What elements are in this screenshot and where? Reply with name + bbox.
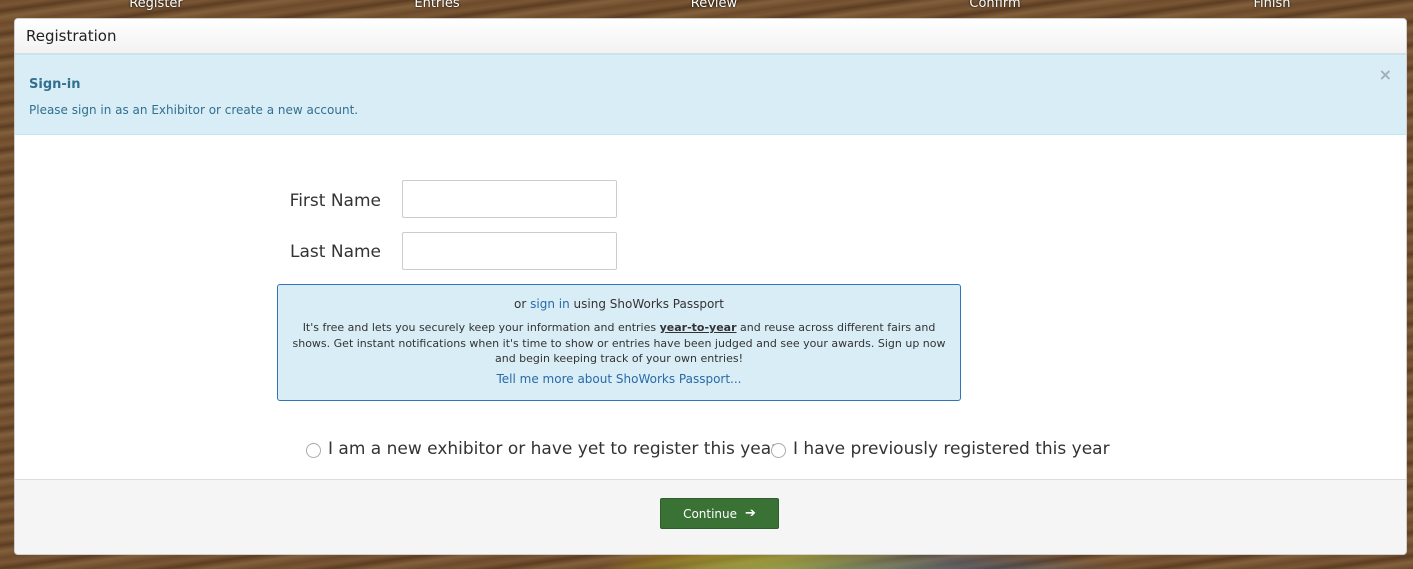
registration-panel: Registration Sign-in Please sign in as a… [14,18,1407,555]
passport-sign-in-line: or sign in using ShoWorks Passport [278,297,960,311]
step-register[interactable]: Register [96,0,216,13]
alert-text: Please sign in as an Exhibitor or create… [29,103,359,117]
showorks-passport-box: or sign in using ShoWorks Passport It's … [277,284,961,401]
radio-label-previously-registered: I have previously registered this year [793,439,1110,459]
panel-footer: Continue ➔ [15,479,1406,554]
radio-new-exhibitor[interactable]: I am a new exhibitor or have yet to regi… [306,439,778,459]
arrow-right-icon: ➔ [745,506,756,521]
step-confirm[interactable]: Confirm [935,0,1055,13]
close-icon[interactable]: × [1379,67,1392,83]
radio-button-new-exhibitor[interactable] [306,442,321,458]
passport-desc-before: It's free and lets you securely keep you… [302,321,657,334]
passport-prefix: or [514,297,527,311]
step-review[interactable]: Review [654,0,774,13]
continue-label: Continue [683,506,738,521]
last-name-label: Last Name [290,242,381,262]
sign-in-alert: Sign-in Please sign in as an Exhibitor o… [15,54,1406,135]
radio-button-previously-registered[interactable] [771,442,786,458]
first-name-input[interactable] [402,180,617,218]
radio-label-new-exhibitor: I am a new exhibitor or have yet to regi… [328,439,779,459]
last-name-input[interactable] [402,232,617,270]
passport-more-link[interactable]: Tell me more about ShoWorks Passport... [278,372,960,386]
alert-title: Sign-in [29,77,81,92]
passport-sign-in-link[interactable]: sign in [530,297,570,311]
passport-desc-bold: year-to-year [659,321,737,334]
step-entries[interactable]: Entries [377,0,497,13]
passport-suffix: using ShoWorks Passport [573,297,724,311]
radio-previously-registered[interactable]: I have previously registered this year [771,439,1110,459]
continue-button[interactable]: Continue ➔ [660,498,779,529]
first-name-label: First Name [289,191,381,211]
step-finish[interactable]: Finish [1212,0,1332,13]
passport-description: It's free and lets you securely keep you… [288,320,950,367]
progress-steps: Register Entries Review Confirm Finish [0,0,1413,13]
panel-title: Registration [15,19,1406,54]
